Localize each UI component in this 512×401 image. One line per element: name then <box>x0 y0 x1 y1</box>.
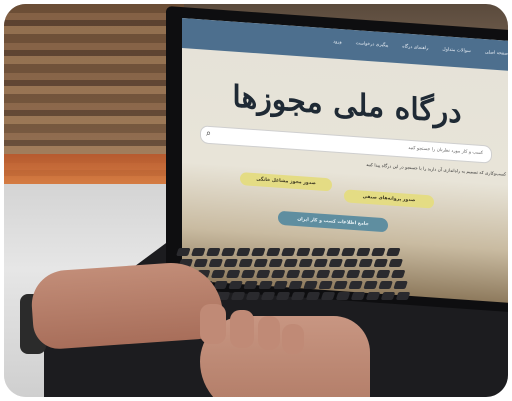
guild-permit-button[interactable]: صدور پروانه‌های صنفی <box>344 189 434 209</box>
search-input[interactable]: ⌕ کسب و کار مورد نظرتان را جستجو کنید <box>200 125 492 164</box>
nav-item-faq[interactable]: سوالات متداول <box>442 47 470 54</box>
search-icon: ⌕ <box>206 128 212 140</box>
photo-frame: صفحه اصلی سوالات متداول راهنمای درگاه پی… <box>4 4 508 397</box>
right-index-finger <box>200 304 226 344</box>
home-business-license-button[interactable]: صدور مجوز مشاغل خانگی <box>240 172 332 192</box>
nav-item-guide[interactable]: راهنمای درگاه <box>402 44 428 51</box>
nav-item-track[interactable]: پیگیری درخواست <box>356 41 389 48</box>
right-ring-finger <box>258 316 280 350</box>
left-hand <box>29 259 225 351</box>
right-middle-finger <box>230 310 254 348</box>
business-info-button[interactable]: جامع اطلاعات کسب و کار ایران <box>278 210 388 233</box>
nav-item-home[interactable]: صفحه اصلی <box>485 50 508 57</box>
right-pinky-finger <box>282 324 304 354</box>
portal-title: درگاه ملی مجوزها <box>232 79 462 131</box>
nav-item-login[interactable]: ورود <box>333 40 342 46</box>
search-hint: کسب‌وکاری که تصمیم به راه‌اندازی آن داری… <box>366 162 506 178</box>
search-placeholder: کسب و کار مورد نظرتان را جستجو کنید <box>408 145 483 157</box>
